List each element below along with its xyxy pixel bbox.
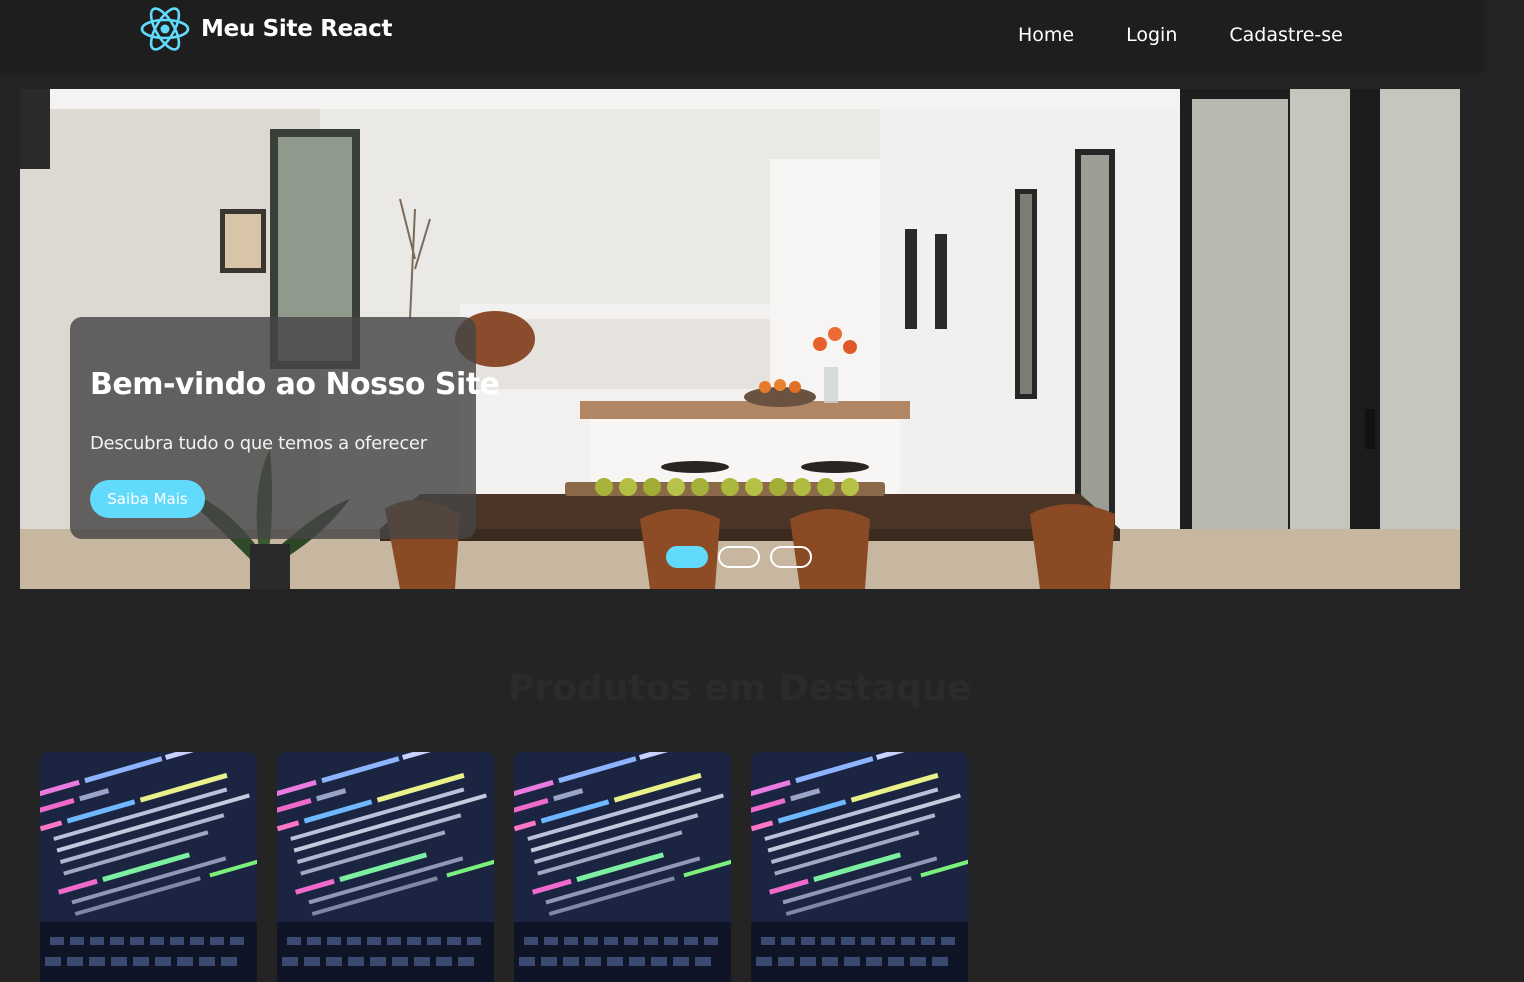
nav-signup-link[interactable]: Cadastre-se — [1229, 24, 1343, 46]
hero-carousel[interactable]: Bem-vindo ao Nosso Site Descubra tudo o … — [20, 89, 1460, 589]
product-card[interactable] — [514, 752, 731, 982]
product-card[interactable] — [40, 752, 257, 982]
hero-caption: Bem-vindo ao Nosso Site Descubra tudo o … — [70, 317, 500, 539]
react-atom-icon — [139, 5, 191, 53]
navbar: Meu Site React Home Login Cadastre-se — [0, 0, 1482, 69]
nav-home-link[interactable]: Home — [1018, 24, 1074, 46]
product-image — [751, 752, 968, 982]
brand-name: Meu Site React — [201, 16, 393, 42]
product-card[interactable] — [277, 752, 494, 982]
learn-more-button[interactable]: Saiba Mais — [90, 480, 205, 518]
hero-subtitle: Descubra tudo o que temos a oferecer — [90, 433, 427, 454]
carousel-dot-1[interactable] — [666, 546, 708, 568]
carousel-indicators — [666, 546, 812, 568]
product-list — [40, 752, 968, 982]
main-nav: Home Login Cadastre-se — [1018, 24, 1343, 46]
brand[interactable]: Meu Site React — [139, 5, 392, 53]
carousel-dot-2[interactable] — [718, 546, 760, 568]
product-card[interactable] — [751, 752, 968, 982]
carousel-dot-3[interactable] — [770, 546, 812, 568]
product-image — [514, 752, 731, 982]
nav-login-link[interactable]: Login — [1126, 24, 1177, 46]
hero-title: Bem-vindo ao Nosso Site — [90, 367, 500, 402]
product-image — [40, 752, 257, 982]
product-image — [277, 752, 494, 982]
featured-products-title: Produtos em Destaque — [508, 668, 972, 709]
